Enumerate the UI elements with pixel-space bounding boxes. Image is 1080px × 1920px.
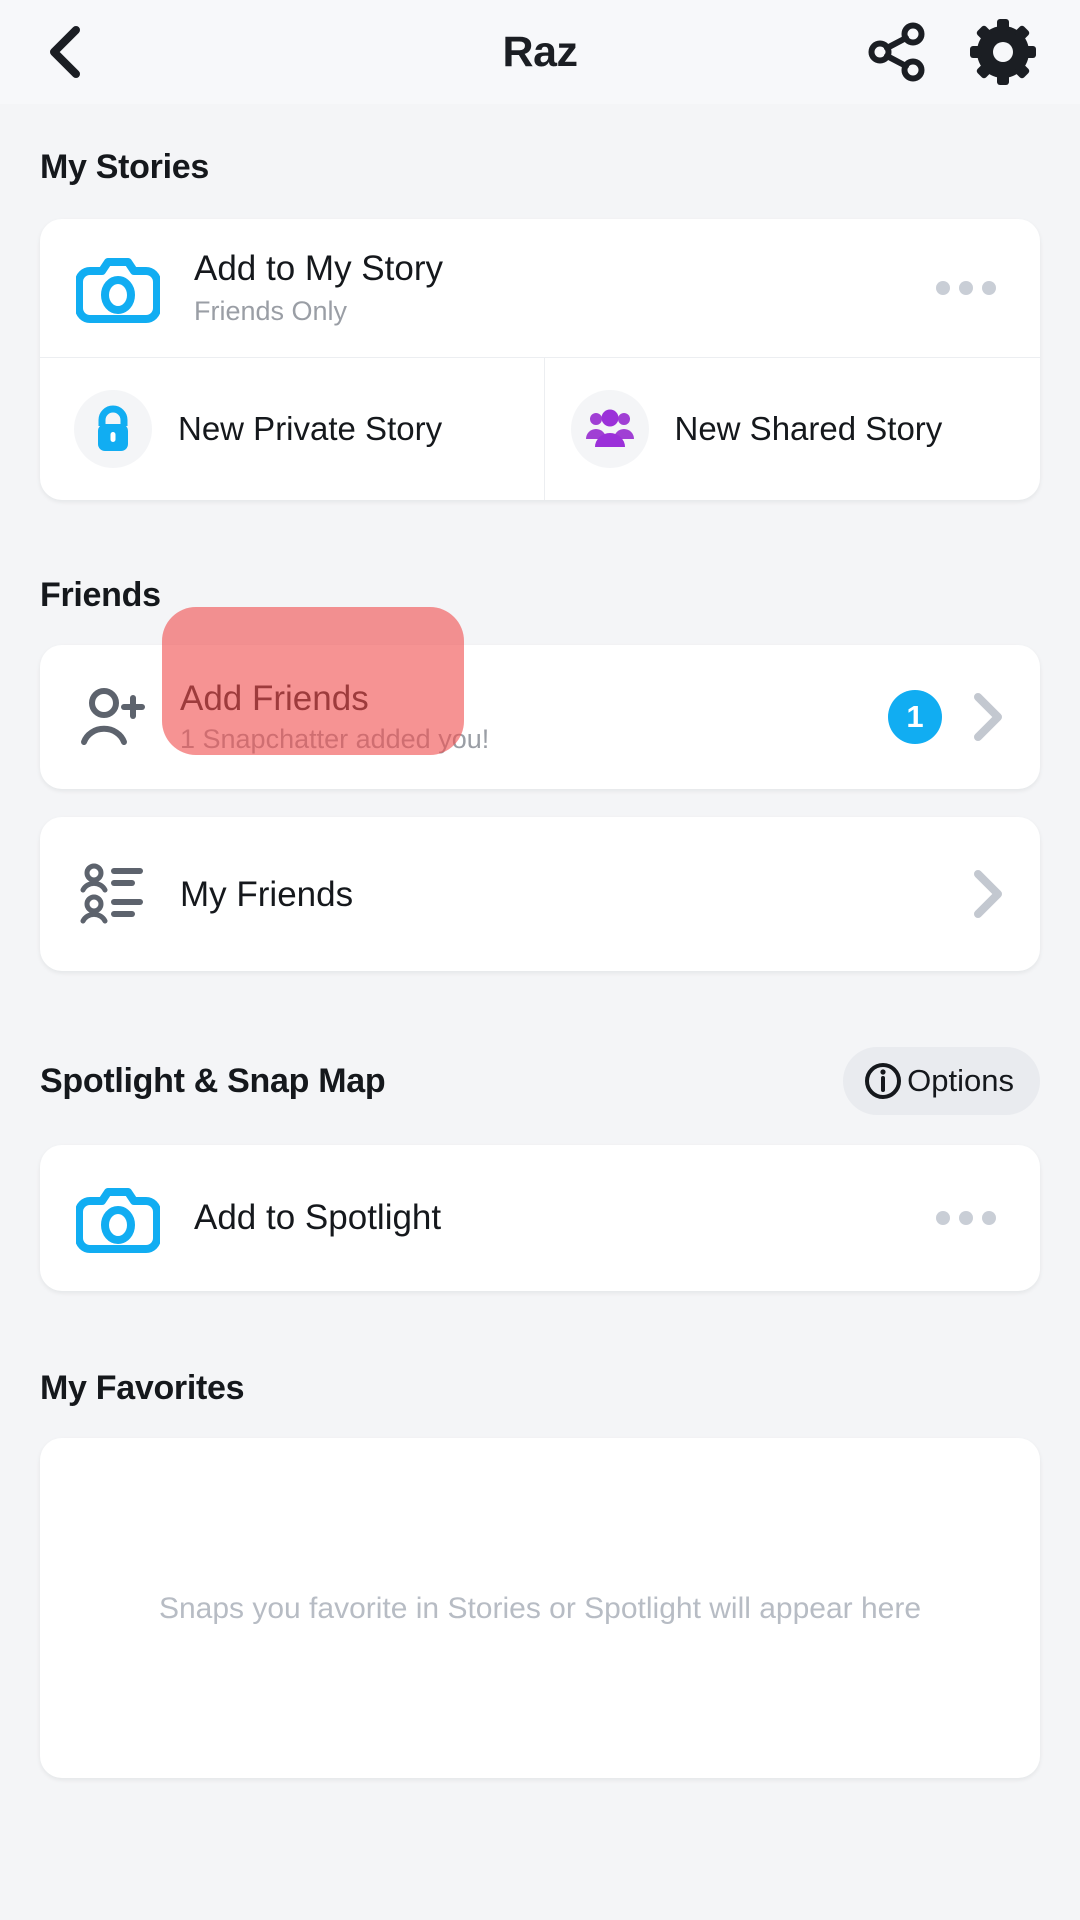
section-title-my-stories: My Stories [40, 148, 209, 186]
spotlight-options-label: Options [907, 1063, 1014, 1099]
add-friends-badge: 1 [888, 690, 942, 745]
add-to-my-story-title: Add to My Story [194, 249, 443, 288]
spotlight-section-header: Spotlight & Snap Map Options [40, 1047, 1040, 1116]
add-to-spotlight-row[interactable]: Add to Spotlight [40, 1145, 1040, 1292]
chevron-left-icon [50, 26, 80, 78]
my-friends-row[interactable]: My Friends [40, 817, 1040, 972]
my-friends-label: My Friends [180, 874, 354, 914]
new-shared-story-button[interactable]: New Shared Story [543, 358, 1041, 501]
section-title-favorites: My Favorites [40, 1369, 245, 1408]
group-icon [585, 409, 634, 448]
more-horizontal-icon[interactable] [926, 1201, 1006, 1235]
lock-icon [98, 405, 128, 452]
add-to-my-story-subtitle: Friends Only [194, 296, 348, 327]
header-actions [866, 19, 1036, 85]
favorites-empty-text: Snaps you favorite in Stories or Spotlig… [158, 1591, 922, 1625]
group-icon-wrap [570, 390, 649, 469]
friends-list-icon-wrap [80, 863, 152, 925]
chevron-right-icon [974, 870, 1002, 919]
favorites-card: Snaps you favorite in Stories or Spotlig… [40, 1438, 1040, 1779]
share-icon[interactable] [866, 21, 928, 83]
add-to-my-story-texts: Add to My Story Friends Only [194, 249, 926, 327]
spotlight-options-button[interactable]: Options [843, 1047, 1040, 1116]
new-private-story-label: New Private Story [178, 410, 443, 448]
friends-list-icon [80, 863, 143, 924]
new-shared-story-label: New Shared Story [674, 410, 943, 448]
add-friends-texts: Add Friends 1 Snapchatter added you! [180, 679, 888, 755]
info-icon [865, 1063, 902, 1100]
add-friends-title: Add Friends [180, 679, 369, 719]
person-add-icon-wrap [80, 686, 152, 748]
add-to-spotlight-label: Add to Spotlight [194, 1198, 442, 1238]
camera-icon [76, 1188, 160, 1254]
add-to-my-story-row[interactable]: Add to My Story Friends Only [40, 219, 1040, 359]
story-type-buttons: New Private Story New Shared Story [40, 358, 1041, 501]
more-horizontal-icon[interactable] [926, 271, 1006, 305]
camera-icon [76, 258, 160, 324]
add-friends-subtitle: 1 Snapchatter added you! [180, 724, 490, 755]
lock-icon-wrap [74, 390, 152, 469]
my-friends-texts: My Friends [180, 875, 970, 914]
gear-icon[interactable] [970, 19, 1036, 85]
section-title-friends: Friends [40, 576, 161, 615]
person-add-icon [81, 688, 145, 746]
back-button[interactable] [44, 21, 106, 83]
add-friends-row[interactable]: Add Friends 1 Snapchatter added you! 1 [40, 607, 1040, 790]
chevron-right-icon [974, 693, 1002, 742]
friends-row-gap [40, 789, 1040, 817]
my-stories-card: Add to My Story Friends Only New Private… [40, 219, 1041, 501]
app-header: Raz [0, 0, 1080, 104]
page-body: My Stories Add to My Story Friends Only [0, 148, 1080, 1779]
new-private-story-button[interactable]: New Private Story [40, 358, 544, 500]
section-title-spotlight: Spotlight & Snap Map [40, 1061, 386, 1100]
